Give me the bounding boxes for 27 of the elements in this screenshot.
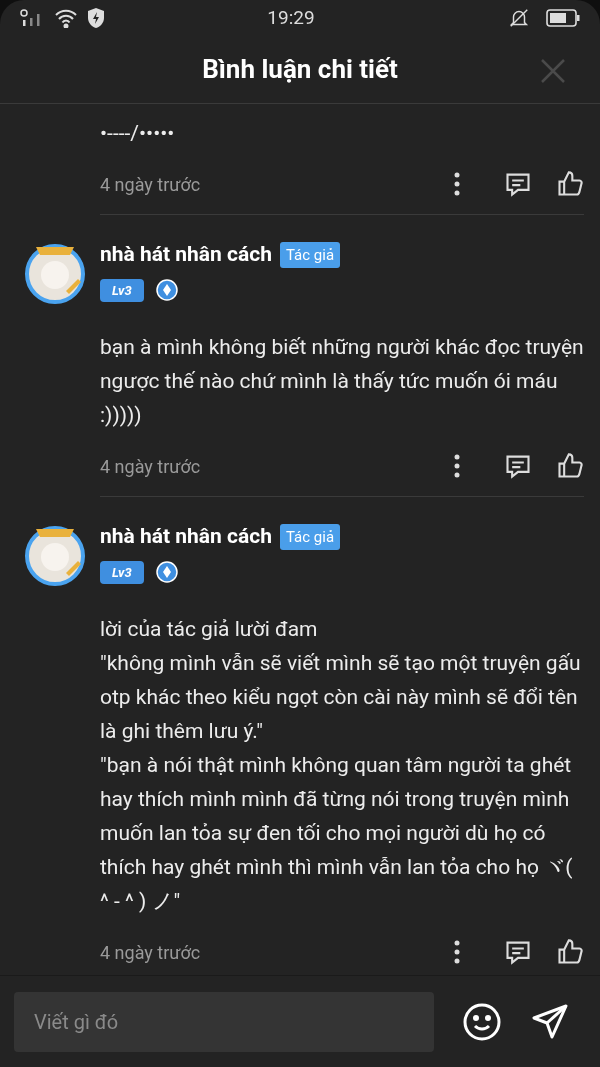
battery-icon [546,9,580,27]
level-badge: Lv3 [100,278,144,302]
status-time: 19:29 [266,4,316,31]
comment-text: "bạn à nói thật mình không quan tâm người ta ghét hay thích mình mình đã từng nói trong truyện mình muốn lan tỏa sự đen tối cho mọi người dù họ có thích hay ghét mình thì mình vẫn lan tỏa cho họ ヾ( ^ - ^ ) ノ" [100,752,574,915]
like-icon[interactable] [556,938,584,966]
bell-off-icon [508,7,530,29]
wifi-icon [54,8,78,28]
like-icon[interactable] [556,452,584,480]
author-name: nhà hát nhân cách [100,523,272,550]
comment-text: "không mình vẫn sẽ viết mình sẽ tạo một truyện gấu otp khác theo kiểu ngọt còn cài này mình sẽ đổi tên là ghi thêm lưu ý." [100,650,582,745]
comment-text: •----/••••• [100,120,176,147]
comment-text: bạn à mình không biết những người khác đọc truyện ngược thế nào chứ mình là thấy tức muốn ói máu :))))) [100,334,584,429]
level-badge: Lv3 [100,560,144,584]
author-name: nhà hát nhân cách [100,241,272,268]
emoji-icon[interactable] [462,1001,502,1042]
comment-time: 4 ngày trước [100,454,202,479]
like-icon[interactable] [556,170,584,198]
author-tag: Tác giả [279,523,341,550]
comment-input[interactable]: Viết gì đó [14,991,434,1052]
page-title: Bình luận chi tiết [202,53,398,86]
pen-nib-icon [155,279,178,302]
shield-bolt-icon [86,7,106,29]
author-tag: Tác giả [279,241,341,268]
comment-time: 4 ngày trước [100,940,202,965]
comment-text: lời của tác giả lười đam [100,616,319,643]
pen-nib-icon [155,561,178,584]
comment-time: 4 ngày trước [100,172,202,197]
